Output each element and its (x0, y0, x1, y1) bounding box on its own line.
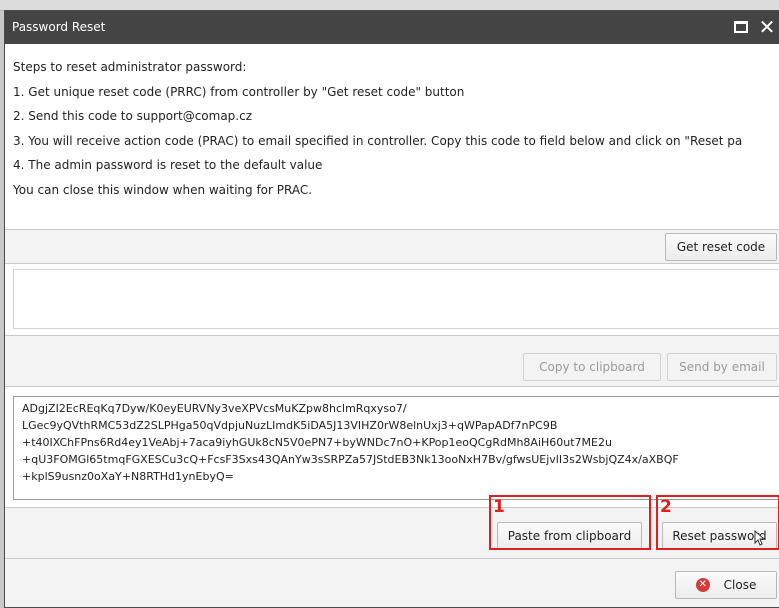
reset-code-output[interactable] (13, 269, 779, 329)
prac-code-input[interactable]: ADgjZI2EcREqKq7Dyw/K0eyEURVNy3veXPVcsMuK… (13, 396, 779, 500)
annotation-number-1: 1 (493, 497, 505, 517)
prac-line: LGec9yQVthRMC53dZ2SLPHga50qVdpjuNuzLImdK… (22, 419, 558, 432)
close-window-button[interactable]: ✕ (757, 17, 777, 37)
code-actions-toolbar: Copy to clipboard Send by email (5, 336, 779, 386)
mouse-pointer-icon (754, 530, 766, 546)
prac-line: +t40IXChFPns6Rd4ey1VeAbj+7aca9iyhGUk8cN5… (22, 436, 612, 449)
maximize-icon (734, 21, 748, 33)
dialog-footer: ✕ Close (5, 559, 779, 607)
get-code-toolbar: Get reset code (5, 230, 779, 263)
divider (5, 263, 779, 264)
copy-to-clipboard-button[interactable]: Copy to clipboard (523, 353, 661, 381)
dialog-titlebar: Password Reset ✕ (5, 11, 779, 44)
divider (5, 386, 779, 387)
dialog-title: Password Reset (12, 20, 106, 34)
instruction-step-3: 3. You will receive action code (PRAC) t… (13, 133, 743, 148)
close-button-label: Close (723, 578, 757, 592)
annotation-number-2: 2 (660, 497, 672, 517)
instructions: Steps to reset administrator password: 1… (13, 55, 779, 202)
close-dialog-button[interactable]: ✕ Close (675, 571, 777, 599)
prac-line: +qU3FOMGl65tmqFGXESCu3cQ+FcsF3Sxs43QAnYw… (22, 453, 679, 466)
paste-from-clipboard-button[interactable]: Paste from clipboard (497, 522, 642, 550)
prac-line: ADgjZI2EcREqKq7Dyw/K0eyEURVNy3veXPVcsMuK… (22, 402, 407, 415)
prac-line: +kplS9usnz0oXaY+N8RTHd1ynEbyQ= (22, 470, 234, 483)
instruction-step-1: 1. Get unique reset code (PRRC) from con… (13, 84, 465, 99)
instruction-step-4: 4. The admin password is reset to the de… (13, 158, 323, 172)
close-icon: ✕ (758, 15, 776, 39)
close-circle-icon: ✕ (695, 578, 710, 592)
instruction-note: You can close this window when waiting f… (13, 182, 313, 197)
instruction-heading: Steps to reset administrator password: (13, 60, 247, 74)
instruction-step-2: 2. Send this code to support@comap.cz (13, 109, 253, 123)
maximize-button[interactable] (731, 17, 751, 37)
password-reset-dialog: Password Reset ✕ Steps to reset administ… (4, 10, 779, 608)
get-reset-code-button[interactable]: Get reset code (665, 233, 777, 261)
send-by-email-button[interactable]: Send by email (667, 353, 777, 381)
